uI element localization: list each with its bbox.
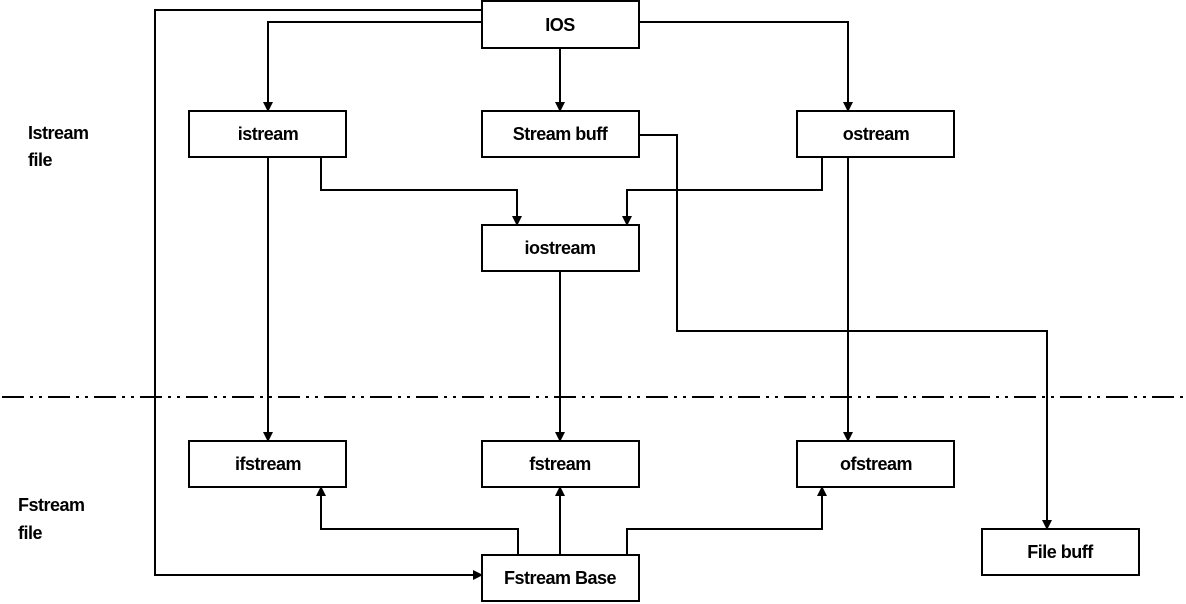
node-fstream: fstream	[481, 440, 640, 488]
edge-fstreambase-ofstream	[626, 486, 827, 555]
node-ios-label: IOS	[545, 15, 575, 35]
node-filebuff-label: File buff	[1027, 542, 1094, 562]
node-istream-label: istream	[238, 124, 299, 144]
node-ios: IOS	[481, 0, 640, 49]
edge-ostream-iostream	[622, 157, 823, 226]
istream-file-label-2: file	[28, 150, 52, 170]
edge-istream-iostream	[320, 157, 522, 226]
node-ifstream-label: ifstream	[235, 454, 301, 474]
node-fstream-label: fstream	[529, 454, 591, 474]
class-hierarchy-diagram: Istream file Fstream file IOS istream St…	[2, 0, 1186, 602]
edge-fstreambase-ifstream	[316, 486, 519, 555]
node-ifstream: ifstream	[188, 440, 347, 488]
node-ofstream-label: ofstream	[840, 454, 912, 474]
node-iostream: iostream	[481, 224, 640, 272]
fstream-file-label-2: file	[18, 523, 42, 543]
node-fstreambase: Fstream Base	[481, 554, 640, 602]
istream-file-label-1: Istream	[28, 123, 89, 143]
node-iostream-label: iostream	[524, 238, 595, 258]
fstream-file-label-1: Fstream	[18, 495, 85, 515]
node-ostream: ostream	[796, 110, 955, 158]
node-ostream-label: ostream	[843, 124, 910, 144]
node-filebuff: File buff	[981, 528, 1140, 576]
node-streambuff-label: Stream buff	[513, 124, 609, 144]
edge-ios-ostream	[639, 21, 853, 112]
edge-ios-fstreambase	[154, 9, 483, 580]
node-ofstream: ofstream	[796, 440, 955, 488]
node-istream: istream	[188, 110, 347, 158]
node-streambuff: Stream buff	[481, 110, 640, 158]
node-fstreambase-label: Fstream Base	[504, 568, 617, 588]
edge-ios-istream	[263, 21, 482, 112]
